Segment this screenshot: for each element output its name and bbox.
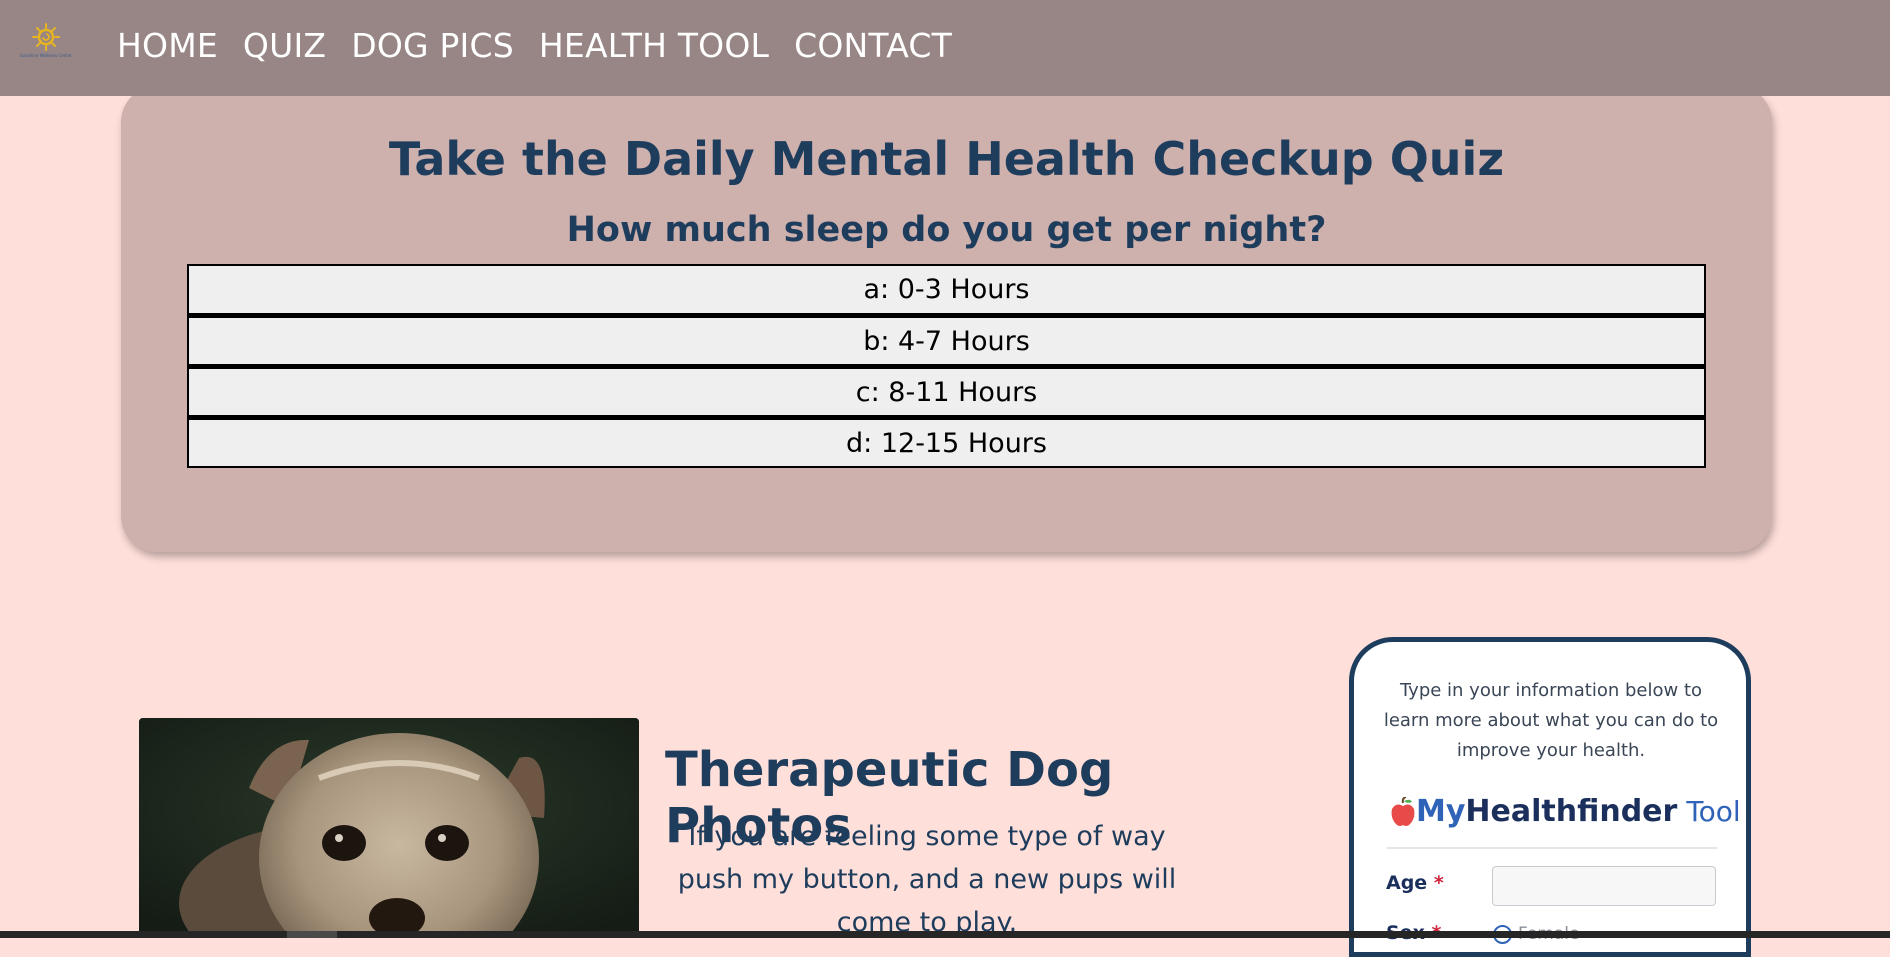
apple-icon <box>1391 796 1415 826</box>
scrollbar-thumb[interactable] <box>287 931 337 938</box>
quiz-answers: a: 0-3 Hours b: 4-7 Hours c: 8-11 Hours … <box>187 264 1706 468</box>
dog-image <box>139 718 639 938</box>
nav-health-tool[interactable]: HEALTH TOOL <box>539 26 769 66</box>
logo-healthfinder-text: Healthfinder <box>1465 794 1678 829</box>
nav-contact[interactable]: CONTACT <box>794 26 952 66</box>
widget-divider <box>1387 847 1717 849</box>
nav-quiz[interactable]: QUIZ <box>243 26 326 66</box>
quiz-title: Take the Daily Mental Health Checkup Qui… <box>388 132 1505 186</box>
widget-intro: Type in your information below to learn … <box>1383 680 1719 761</box>
age-required-marker: * <box>1433 872 1444 894</box>
sun-logo-icon <box>32 23 60 51</box>
site-logo[interactable]: Sunshine Wellness Center <box>20 22 72 68</box>
answer-button-a[interactable]: a: 0-3 Hours <box>187 264 1706 315</box>
dog-section-description: If you are feeling some type of way push… <box>677 821 1177 938</box>
age-input[interactable] <box>1492 866 1716 906</box>
logo-tool-text: Tool <box>1686 795 1741 828</box>
age-label-text: Age <box>1386 872 1428 894</box>
answer-button-d[interactable]: d: 12-15 Hours <box>187 417 1706 468</box>
top-navbar: Sunshine Wellness Center HOME QUIZ DOG P… <box>0 0 1890 96</box>
nav-home[interactable]: HOME <box>117 26 218 66</box>
nav-dog-pics[interactable]: DOG PICS <box>351 26 514 66</box>
answer-button-c[interactable]: c: 8-11 Hours <box>187 366 1706 417</box>
dog-photo <box>139 718 639 938</box>
myhealthfinder-widget: Type in your information below to learn … <box>1349 637 1751 957</box>
horizontal-scrollbar[interactable] <box>0 931 1890 938</box>
logo-caption: Sunshine Wellness Center <box>20 53 72 58</box>
quiz-question: How much sleep do you get per night? <box>566 210 1327 250</box>
age-label: Age * <box>1386 872 1444 894</box>
answer-button-b[interactable]: b: 4-7 Hours <box>187 315 1706 366</box>
myhealthfinder-logo: My Healthfinder Tool <box>1390 794 1741 829</box>
quiz-card: Take the Daily Mental Health Checkup Qui… <box>121 86 1772 552</box>
main-nav: HOME QUIZ DOG PICS HEALTH TOOL CONTACT <box>117 26 952 66</box>
logo-my-text: My <box>1416 794 1466 829</box>
